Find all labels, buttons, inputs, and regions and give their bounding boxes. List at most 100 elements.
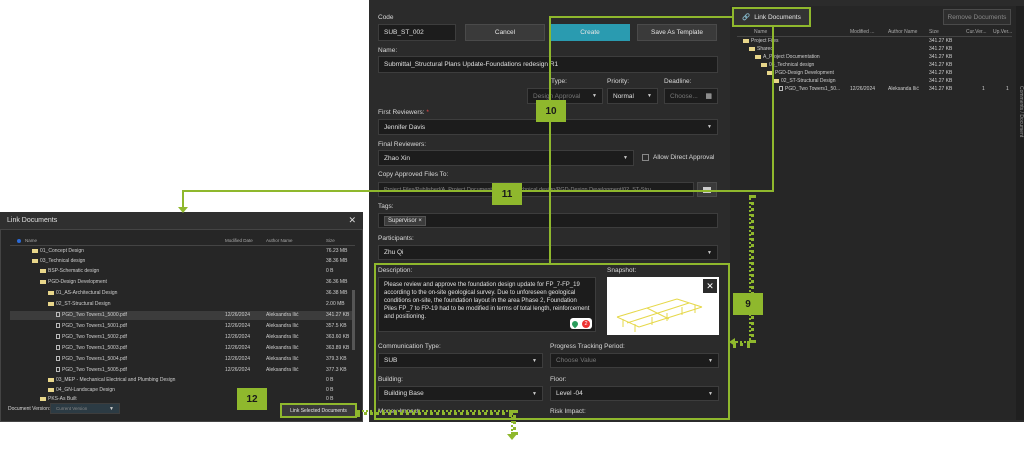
row-size: 341.27 KB <box>929 70 953 76</box>
col-modified[interactable]: Modified ... <box>850 29 874 35</box>
col-up-ver[interactable]: Up.Ver... <box>993 29 1012 35</box>
tree-row[interactable]: PGD_Two Towers1_50... <box>779 86 840 94</box>
floor-select[interactable]: Level -04 ▼ <box>550 386 719 401</box>
doc-version-select[interactable]: Current Version ▼ <box>50 403 120 414</box>
tree-row[interactable]: PGD_Two Towers1_5000.pdf <box>56 312 127 320</box>
row-size: 38.36 MB <box>326 258 348 264</box>
progress-period-label: Progress Tracking Period: <box>550 343 625 350</box>
code-input[interactable]: SUB_ST_002 <box>378 24 456 41</box>
row-size: 0 B <box>326 377 334 383</box>
row-cur-ver: 1 <box>982 86 985 92</box>
col-modified-date[interactable]: Modified Date <box>225 238 253 243</box>
col-cur-ver[interactable]: Cur.Ver... <box>966 29 987 35</box>
close-icon[interactable]: ✕ <box>348 215 356 226</box>
first-reviewers-label: First Reviewers: * <box>378 109 429 116</box>
priority-select[interactable]: Normal ▼ <box>607 88 658 104</box>
row-name: 01_AS-Architectural Design <box>56 290 118 296</box>
tree-row[interactable]: 01_AS-Architectural Design <box>48 290 117 298</box>
create-button[interactable]: Create <box>550 24 630 41</box>
tree-row[interactable]: 03_Technical design <box>761 62 814 70</box>
pin-badge[interactable]: 2 <box>570 318 592 329</box>
participants-value: Zhu Qi <box>384 249 404 256</box>
tree-row[interactable]: PGD-Design Development <box>40 279 107 287</box>
description-textarea[interactable]: Please review and approve the foundation… <box>378 277 596 332</box>
tree-row[interactable]: 02_ST-Structural Design <box>48 301 110 309</box>
folder-icon <box>755 54 761 59</box>
row-name: PGD_Two Towers1_5002.pdf <box>62 334 127 340</box>
file-icon <box>56 312 60 318</box>
col-size[interactable]: Size <box>326 238 335 243</box>
dialog-table-header: Name Modified Date Author Name Size <box>10 238 355 246</box>
documents-table-header: Name Modified ... Author Name Size Cur.V… <box>737 29 1012 37</box>
location-pin-icon <box>570 319 580 328</box>
tags-input[interactable]: Supervisor × <box>378 213 718 228</box>
side-tab[interactable]: Comments / Document <box>1016 6 1024 420</box>
row-modified: 12/26/2024 <box>225 345 251 351</box>
row-modified: 12/26/2024 <box>850 86 876 92</box>
col-author-name[interactable]: Author Name <box>266 238 293 243</box>
row-name: 03_MEP - Mechanical Electrical and Plumb… <box>56 377 176 383</box>
tree-row[interactable]: PGD_Two Towers1_5004.pdf <box>56 356 127 364</box>
connector-line <box>549 16 732 18</box>
participants-select[interactable]: Zhu Qi ▼ <box>378 245 718 260</box>
file-icon <box>56 356 60 362</box>
chevron-down-icon: ▼ <box>707 124 712 130</box>
tree-row[interactable]: 02_ST-Structural Design <box>773 78 835 86</box>
cancel-button[interactable]: Cancel <box>465 24 545 41</box>
doc-version-label: Document Version: <box>8 406 51 412</box>
row-size: 363.89 KB <box>326 345 350 351</box>
progress-period-select[interactable]: Choose Value ▼ <box>550 353 719 368</box>
comm-type-value: SUB <box>384 357 398 364</box>
tree-row[interactable]: PGD_Two Towers1_5005.pdf <box>56 367 127 375</box>
arrow-down-icon <box>507 434 517 440</box>
remove-documents-button[interactable]: Remove Documents <box>943 9 1011 25</box>
row-name: 02_ST-Structural Design <box>781 78 836 84</box>
dialog-scrollbar[interactable] <box>352 290 355 350</box>
risk-impact-label: Risk Impact: <box>550 408 586 415</box>
tree-row[interactable]: PGD_Two Towers1_5002.pdf <box>56 334 127 342</box>
tree-row[interactable]: 04_GN-Landscape Design <box>48 387 115 395</box>
close-snapshot-button[interactable]: ✕ <box>703 279 717 293</box>
allow-direct-checkbox[interactable] <box>642 154 649 161</box>
row-name: PGD-Design Development <box>775 70 834 76</box>
link-selected-button[interactable]: Link Selected Documents <box>280 403 357 418</box>
select-all-radio[interactable] <box>17 239 21 243</box>
tree-row[interactable]: A_Project Documentation <box>755 54 820 62</box>
name-input[interactable]: Submittal_Structural Plans Update-Founda… <box>378 56 718 73</box>
col-name[interactable]: Name <box>754 29 767 35</box>
snapshot-image[interactable]: ✕ <box>607 277 719 335</box>
tree-row[interactable]: 01_Concept Design <box>32 248 84 256</box>
link-documents-button[interactable]: 🔗 Link Documents <box>732 7 811 27</box>
name-label: Name: <box>378 47 398 54</box>
tree-row[interactable]: 03_MEP - Mechanical Electrical and Plumb… <box>48 377 175 385</box>
tree-row[interactable]: BSP-Schematic design <box>40 268 99 276</box>
row-name: Project Files <box>751 38 779 44</box>
deadline-input[interactable]: Choose... ▦ <box>664 88 718 104</box>
deadline-value: Choose... <box>670 92 698 100</box>
row-size: 36.36 MB <box>326 279 348 285</box>
comm-type-select[interactable]: SUB ▼ <box>378 353 543 368</box>
final-reviewers-select[interactable]: Zhao Xin ▼ <box>378 150 634 166</box>
row-name: PGD_Two Towers1_50... <box>785 86 841 92</box>
col-author[interactable]: Author Name <box>888 29 917 35</box>
row-size: 76.23 MB <box>326 248 348 254</box>
col-name[interactable]: Name <box>25 238 37 243</box>
chevron-down-icon: ▼ <box>109 405 114 412</box>
building-select[interactable]: Building Base ▼ <box>378 386 543 401</box>
save-template-button[interactable]: Save As Template <box>637 24 717 41</box>
deadline-label: Deadline: <box>664 78 692 85</box>
tree-row[interactable]: 03_Technical design <box>32 258 85 266</box>
row-name: BSP-Schematic design <box>48 268 100 274</box>
tree-row[interactable]: Shared <box>749 46 773 54</box>
col-size[interactable]: Size <box>929 29 939 35</box>
calendar-icon[interactable]: ▦ <box>705 92 712 100</box>
row-author: Aleksandra Ilić <box>266 334 299 340</box>
tree-row[interactable]: PGD_Two Towers1_5001.pdf <box>56 323 127 331</box>
row-name: 03_Technical design <box>769 62 815 68</box>
remove-tag-icon[interactable]: × <box>418 218 422 224</box>
folder-icon <box>743 38 749 43</box>
row-author: Aleksandra Ilić <box>266 323 299 329</box>
step-badge-9: 9 <box>733 293 763 315</box>
tree-row[interactable]: PGD-Design Development <box>767 70 834 78</box>
tree-row[interactable]: PGD_Two Towers1_5003.pdf <box>56 345 127 353</box>
